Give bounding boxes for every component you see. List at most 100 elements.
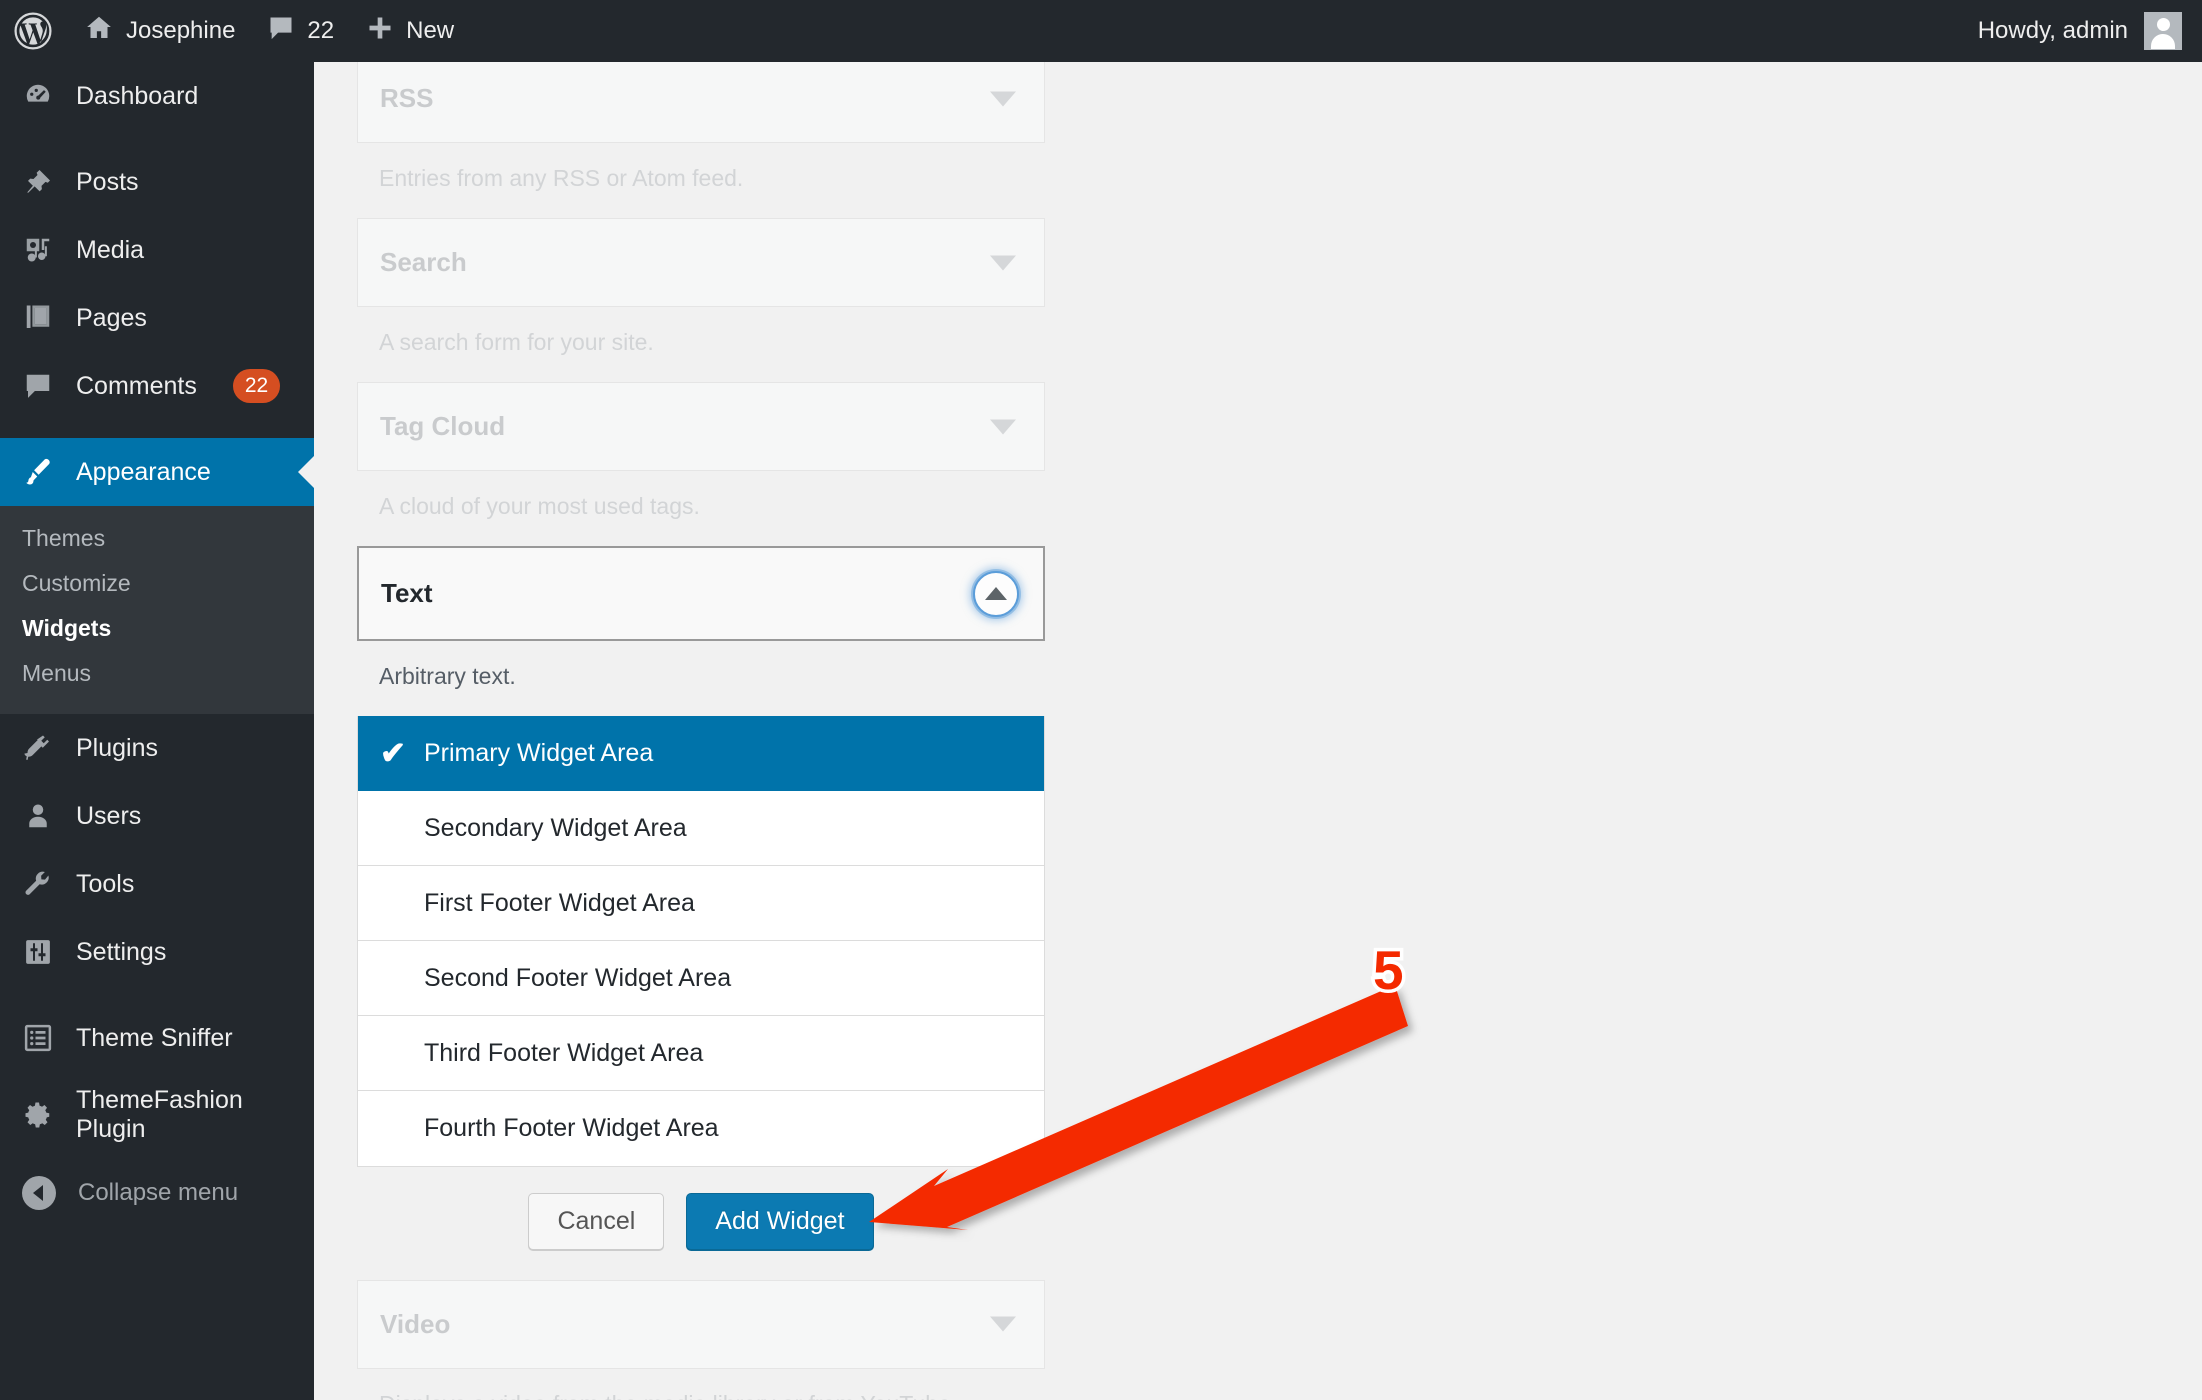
- widget-description: Displays a video from the media library …: [357, 1369, 1045, 1400]
- sliders-icon: [22, 936, 54, 968]
- sidebar-item-label: Users: [76, 801, 142, 830]
- widget-description: A search form for your site.: [379, 329, 654, 355]
- widget-title: Search: [380, 247, 467, 277]
- widget-title: RSS: [380, 83, 434, 113]
- gear-icon: [22, 1099, 54, 1131]
- widget-card-rss[interactable]: RSS: [357, 62, 1045, 143]
- pin-icon: [22, 166, 54, 198]
- check-icon: ✔: [380, 735, 406, 771]
- widget-area-label: Second Footer Widget Area: [424, 963, 732, 992]
- chevron-up-icon[interactable]: [973, 570, 1019, 617]
- plug-icon: [22, 732, 54, 764]
- menu-separator: [0, 986, 314, 1004]
- plus-icon: [366, 14, 394, 49]
- sidebar-item-label: Tools: [76, 869, 135, 898]
- chevron-down-icon[interactable]: [990, 255, 1016, 270]
- sidebar-item-plugins[interactable]: Plugins: [0, 714, 314, 782]
- widget-description: Entries from any RSS or Atom feed.: [379, 165, 744, 191]
- avatar: [2144, 12, 2182, 50]
- comments-count-badge: 22: [232, 369, 281, 403]
- sidebar-item-menus[interactable]: Menus: [0, 651, 314, 696]
- collapse-arrow-icon: [22, 1176, 56, 1210]
- dashboard-icon: [22, 80, 54, 112]
- cancel-button[interactable]: Cancel: [528, 1193, 665, 1250]
- comment-bubble-icon: [22, 370, 54, 402]
- howdy-label: Howdy, admin: [1977, 17, 2128, 44]
- collapse-menu-button[interactable]: Collapse menu: [0, 1158, 314, 1228]
- widget-title: Video: [380, 1308, 451, 1339]
- widget-area-option-primary[interactable]: ✔ Primary Widget Area: [358, 716, 1044, 791]
- sidebar-item-label: Comments: [76, 371, 197, 400]
- chevron-down-icon[interactable]: [990, 1316, 1016, 1332]
- collapse-menu-label: Collapse menu: [78, 1179, 239, 1206]
- chevron-down-icon[interactable]: [990, 91, 1016, 106]
- new-content-menu[interactable]: New: [350, 0, 470, 62]
- add-widget-button[interactable]: Add Widget: [686, 1193, 874, 1250]
- home-icon: [84, 13, 114, 50]
- available-widgets-column: RSS Entries from any RSS or Atom feed. S…: [357, 62, 1045, 1400]
- media-icon: [22, 234, 54, 266]
- sidebar-item-label: Posts: [76, 167, 139, 196]
- adminbar-comment-count: 22: [307, 17, 335, 44]
- new-label: New: [406, 17, 455, 44]
- list-icon: [22, 1022, 54, 1054]
- chevron-down-icon[interactable]: [990, 419, 1016, 434]
- comments-bubble-menu[interactable]: 22: [251, 0, 350, 62]
- widget-area-option-second-footer[interactable]: Second Footer Widget Area: [358, 941, 1044, 1016]
- widget-card-video[interactable]: Video: [357, 1279, 1045, 1369]
- sidebar-item-label: Plugins: [76, 733, 158, 762]
- menu-separator: [0, 130, 314, 148]
- admin-sidebar-menu: Dashboard Posts Media Pages Comments 22 …: [0, 62, 314, 1400]
- comment-bubble-icon: [267, 14, 295, 49]
- widget-action-buttons: Cancel Add Widget: [357, 1167, 1045, 1280]
- sidebar-item-tools[interactable]: Tools: [0, 850, 314, 918]
- widget-area-label: Third Footer Widget Area: [424, 1038, 704, 1067]
- widget-area-option-secondary[interactable]: Secondary Widget Area: [358, 791, 1044, 866]
- sidebar-item-themefashion-plugin[interactable]: ThemeFashion Plugin: [0, 1072, 314, 1158]
- sidebar-item-label: Theme Sniffer: [76, 1023, 233, 1052]
- sidebar-item-appearance[interactable]: Appearance: [0, 438, 314, 506]
- widget-area-option-first-footer[interactable]: First Footer Widget Area: [358, 866, 1044, 941]
- sidebar-item-posts[interactable]: Posts: [0, 148, 314, 216]
- widget-description: A cloud of your most used tags.: [379, 493, 700, 519]
- admin-bar: Josephine 22 New Howdy, admin: [0, 0, 2202, 62]
- paintbrush-icon: [22, 456, 54, 488]
- widget-title: Tag Cloud: [380, 411, 506, 441]
- widget-card-tag-cloud[interactable]: Tag Cloud: [357, 382, 1045, 471]
- site-name-label: Josephine: [126, 17, 236, 44]
- sidebar-item-users[interactable]: Users: [0, 782, 314, 850]
- sidebar-item-label: ThemeFashion Plugin: [76, 1086, 243, 1143]
- widgets-page-content: RSS Entries from any RSS or Atom feed. S…: [314, 62, 2202, 1400]
- sidebar-item-comments[interactable]: Comments 22: [0, 352, 314, 420]
- widget-area-option-third-footer[interactable]: Third Footer Widget Area: [358, 1016, 1044, 1091]
- sidebar-item-label: Appearance: [76, 457, 211, 486]
- widget-card-search[interactable]: Search: [357, 218, 1045, 307]
- sidebar-item-settings[interactable]: Settings: [0, 918, 314, 986]
- my-account-menu[interactable]: Howdy, admin: [1978, 12, 2202, 50]
- sidebar-item-dashboard[interactable]: Dashboard: [0, 62, 314, 130]
- sidebar-item-pages[interactable]: Pages: [0, 284, 314, 352]
- widget-area-list: ✔ Primary Widget Area Secondary Widget A…: [357, 716, 1045, 1167]
- user-icon: [22, 800, 54, 832]
- wp-logo-menu[interactable]: [0, 0, 68, 62]
- widget-area-label: Secondary Widget Area: [424, 813, 687, 842]
- sidebar-item-theme-sniffer[interactable]: Theme Sniffer: [0, 1004, 314, 1072]
- site-name-menu[interactable]: Josephine: [68, 0, 251, 62]
- widget-area-label: Primary Widget Area: [424, 738, 654, 767]
- wordpress-logo-icon: [14, 12, 52, 50]
- sidebar-item-themes[interactable]: Themes: [0, 516, 314, 561]
- pages-icon: [22, 302, 54, 334]
- widget-area-label: First Footer Widget Area: [424, 888, 695, 917]
- sidebar-item-label: Pages: [76, 303, 147, 332]
- widget-area-option-fourth-footer[interactable]: Fourth Footer Widget Area: [358, 1091, 1044, 1166]
- widget-card-text[interactable]: Text: [357, 546, 1045, 641]
- widget-area-label: Fourth Footer Widget Area: [424, 1114, 719, 1142]
- widget-title: Text: [381, 578, 433, 608]
- sidebar-item-customize[interactable]: Customize: [0, 561, 314, 606]
- sidebar-item-media[interactable]: Media: [0, 216, 314, 284]
- sidebar-item-label: Dashboard: [76, 81, 199, 110]
- sidebar-item-label: Settings: [76, 937, 167, 966]
- appearance-submenu: Themes Customize Widgets Menus: [0, 506, 314, 714]
- widget-description: Arbitrary text.: [379, 663, 516, 689]
- sidebar-item-widgets[interactable]: Widgets: [0, 606, 314, 651]
